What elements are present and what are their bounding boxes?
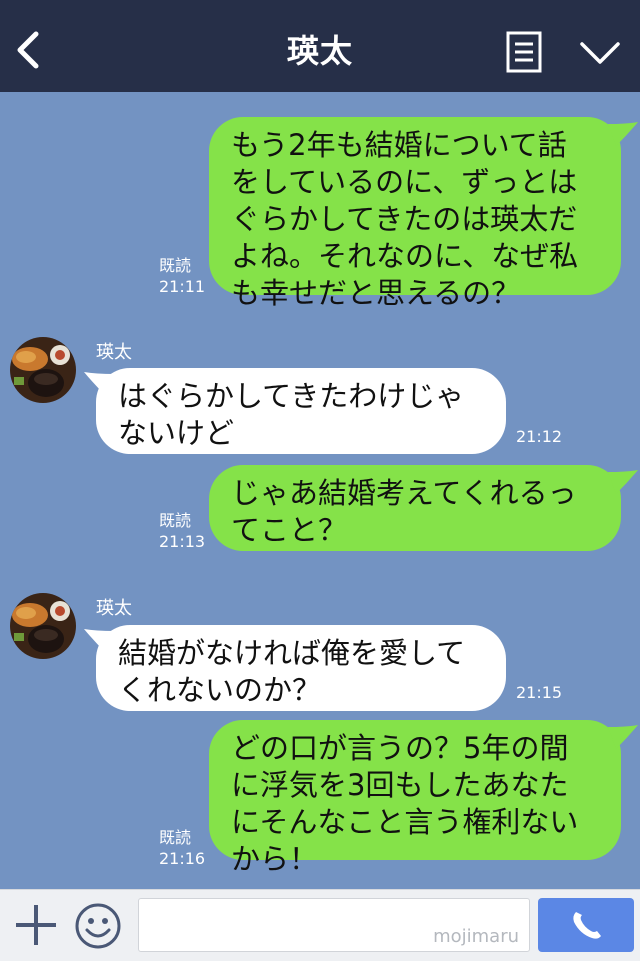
chat-header: 瑛太 (0, 0, 640, 92)
bubble-tail (84, 372, 114, 396)
message-line: どの口が言うの？5年の間 (231, 731, 569, 765)
message-time: 21:13 (159, 532, 206, 551)
message-meta: 既読 21:11 (159, 255, 205, 297)
message-line: も幸せだと思えるの？ (231, 276, 521, 310)
note-icon[interactable] (506, 31, 542, 73)
avatar-food-image (10, 337, 76, 403)
bubble-tail (84, 629, 114, 653)
message-bubble-sent: どの口が言うの？5年の間 に浮気を3回もしたあなた にそんなこと言う権利ない か… (209, 720, 621, 876)
plus-icon[interactable] (14, 903, 58, 947)
message-list: もう2年も結婚について話 をしているのに、ずっとは ぐらかしてきたのは瑛太だ よ… (0, 92, 640, 889)
read-receipt: 既読 (159, 828, 192, 847)
avatar[interactable] (10, 337, 76, 403)
sender-name: 瑛太 (96, 342, 132, 363)
message-line: ないけど (118, 416, 235, 450)
avatar-food-image (10, 593, 76, 659)
call-button[interactable] (538, 898, 634, 952)
message-line: をしているのに、ずっとは (231, 165, 578, 199)
message-meta: 既読 21:13 (159, 510, 205, 552)
message-time: 21:11 (159, 277, 206, 296)
message-line: じゃあ結婚考えてくれるっ (231, 476, 577, 510)
message-line: ぐらかしてきたのは瑛太だ (231, 202, 578, 236)
message-line: くれないのか？ (118, 673, 322, 707)
message-line: にそんなこと言う権利ない (231, 805, 579, 839)
message-bubble-received: 結婚がなければ俺を愛して くれないのか？ (96, 625, 506, 711)
message-line: もう2年も結婚について話 (231, 128, 567, 162)
message-line: よね。それなのに、なぜ私 (231, 239, 579, 273)
chevron-down-icon[interactable] (578, 38, 622, 68)
read-receipt: 既読 (159, 511, 192, 530)
message-time: 21:15 (516, 683, 563, 702)
message-bubble-sent: もう2年も結婚について話 をしているのに、ずっとは ぐらかしてきたのは瑛太だ よ… (209, 117, 621, 310)
bubble-tail (608, 725, 638, 749)
watermark-text: mojimaru (433, 926, 519, 947)
message-input-bar: mojimaru (0, 889, 640, 961)
message-bubble-sent: じゃあ結婚考えてくれるっ てこと？ (209, 465, 621, 551)
message-bubble-received: はぐらかしてきたわけじゃ ないけど (96, 368, 506, 454)
read-receipt: 既読 (159, 256, 192, 275)
message-time: 21:16 (159, 849, 206, 868)
bubble-tail (608, 470, 638, 494)
smiley-icon[interactable] (74, 902, 122, 950)
message-line: 結婚がなければ俺を愛して (118, 636, 466, 670)
sender-name: 瑛太 (96, 598, 132, 619)
message-time: 21:12 (516, 427, 563, 446)
message-input[interactable]: mojimaru (138, 898, 530, 952)
message-meta: 既読 21:16 (159, 827, 205, 869)
chat-title: 瑛太 (286, 32, 353, 70)
message-line: はぐらかしてきたわけじゃ (118, 379, 465, 413)
avatar[interactable] (10, 593, 76, 659)
message-line: に浮気を3回もしたあなた (231, 768, 569, 802)
phone-icon (573, 912, 601, 939)
bubble-tail (608, 122, 638, 146)
message-line: から！ (231, 842, 319, 876)
message-line: てこと？ (231, 513, 348, 547)
